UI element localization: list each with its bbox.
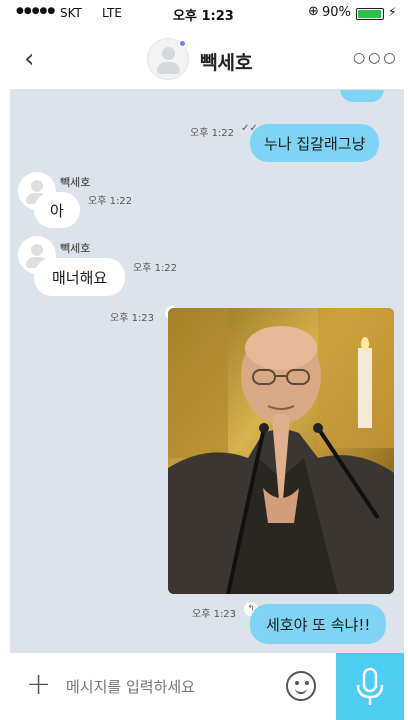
battery-percent: 90% [322, 5, 351, 20]
message-text: 누나 집갈래그냥 [264, 134, 366, 153]
carrier-name: SKT [60, 6, 82, 20]
message-bubble[interactable]: 누나 집갈래그냥 [250, 124, 380, 162]
message-text: 매너해요 [52, 268, 108, 287]
message-bubble[interactable]: 매너해요 [34, 258, 126, 296]
chat-area[interactable]: 오후 1:22 ✓✓ 누나 집갈래그냥 빽세호 아 오후 1:22 빽세호 매너… [10, 90, 404, 652]
phone-screen: ●●●●● SKT LTE 오후 1:23 ⊕ 90% ⚡ ‹ 빽세호 ○○○ … [10, 0, 404, 720]
message-bubble[interactable]: 세호야 또 속냐!! [250, 604, 387, 644]
message-time: 오후 1:23 [110, 313, 155, 324]
message-text: 아 [50, 201, 64, 220]
message-time: 오후 1:22 [190, 128, 235, 139]
message-time: 오후 1:22 [88, 196, 133, 207]
status-bar: ●●●●● SKT LTE 오후 1:23 ⊕ 90% ⚡ [10, 0, 404, 26]
battery-fill [358, 10, 382, 18]
network-type: LTE [102, 6, 122, 20]
smiley-icon[interactable] [286, 671, 316, 701]
message-time: 오후 1:22 [133, 263, 178, 274]
message-input-bar: + [10, 652, 404, 720]
message-bubble[interactable]: 아 [34, 192, 80, 228]
bolt-icon: ⚡ [388, 5, 397, 19]
microphone-icon [356, 667, 384, 705]
signal-strength: ●●●●● [16, 6, 56, 16]
sender-name: 빽세호 [60, 242, 91, 255]
plus-icon[interactable]: + [26, 667, 51, 702]
more-dots-icon[interactable]: ○○○ [353, 50, 399, 66]
chevron-left-icon[interactable]: ‹ [24, 44, 34, 74]
contact-name[interactable]: 빽세호 [200, 48, 252, 75]
microphone-button[interactable] [336, 653, 404, 720]
message-input[interactable] [66, 669, 276, 705]
photo-message[interactable] [168, 308, 394, 594]
online-status-dot [178, 39, 187, 48]
message-text: 세호야 또 속냐!! [266, 615, 371, 634]
previous-message-bubble [340, 90, 384, 102]
sender-name: 빽세호 [60, 176, 91, 189]
battery-icon [356, 8, 384, 20]
rotation-lock-icon: ⊕ [308, 4, 319, 19]
status-time: 오후 1:23 [173, 9, 234, 24]
message-time: 오후 1:23 [192, 609, 237, 620]
chat-header: ‹ 빽세호 ○○○ [10, 26, 404, 90]
praying-monk-photo [168, 308, 394, 594]
